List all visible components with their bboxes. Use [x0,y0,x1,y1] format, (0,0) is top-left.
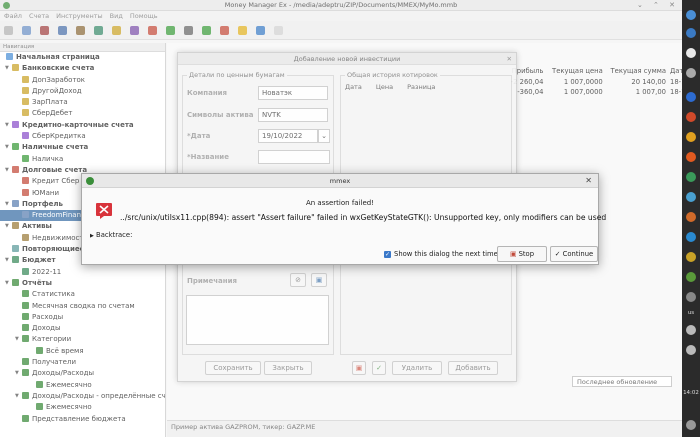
clock[interactable]: 14:02 [682,390,700,396]
assertion-dialog-titlebar[interactable]: mmex ✕ [82,174,598,188]
files-icon[interactable] [686,28,696,38]
mail-icon[interactable] [686,112,696,122]
power-icon[interactable] [686,420,696,430]
check-icon: ✓ [554,250,561,258]
stop-button[interactable]: ▣ Stop [497,246,547,262]
system-dock: us 14:02 [682,0,700,437]
chat-icon[interactable] [686,192,696,202]
assertion-heading: An assertion failed! [305,199,375,207]
player-icon[interactable] [686,132,696,142]
notes-icon[interactable] [686,252,696,262]
keyboard-layout[interactable]: us [682,310,700,316]
app-launcher-icon[interactable] [686,10,696,20]
assertion-dialog-footer: ✓ Show this dialog the next time ▣ Stop … [82,246,598,264]
backtrace-label: Backtrace: [96,231,133,239]
battery-icon[interactable] [686,345,696,355]
assertion-dialog: mmex ✕ An assertion failed! ../src/unix/… [81,173,606,265]
terminal-icon[interactable] [686,48,696,58]
network-icon[interactable] [686,292,696,302]
dialog-title: mmex [329,177,351,185]
assertion-message: ../src/unix/utilsx11.cpp(894): assert "A… [120,213,607,222]
volume-icon[interactable] [686,325,696,335]
app-icon [86,177,94,185]
chevron-right-icon: ▶ [90,233,94,239]
checkbox-checked-icon[interactable]: ✓ [384,250,391,258]
music-icon[interactable] [686,212,696,222]
backtrace-expander[interactable]: ▶ Backtrace: [90,231,132,239]
main-window: Money Manager Ex - /media/adeptru/ZIP/Do… [0,0,682,437]
office-icon[interactable] [686,232,696,242]
close-icon[interactable]: ✕ [585,174,592,188]
continue-button[interactable]: ✓ Continue [550,246,598,262]
stop-icon: ▣ [509,250,517,258]
show-dialog-checkbox[interactable]: ✓ Show this dialog the next time [384,250,498,258]
browser-icon[interactable] [686,92,696,102]
document-icon[interactable] [686,172,696,182]
money-manager-icon[interactable] [686,272,696,282]
settings-icon[interactable] [686,68,696,78]
firefox-icon[interactable] [686,152,696,162]
